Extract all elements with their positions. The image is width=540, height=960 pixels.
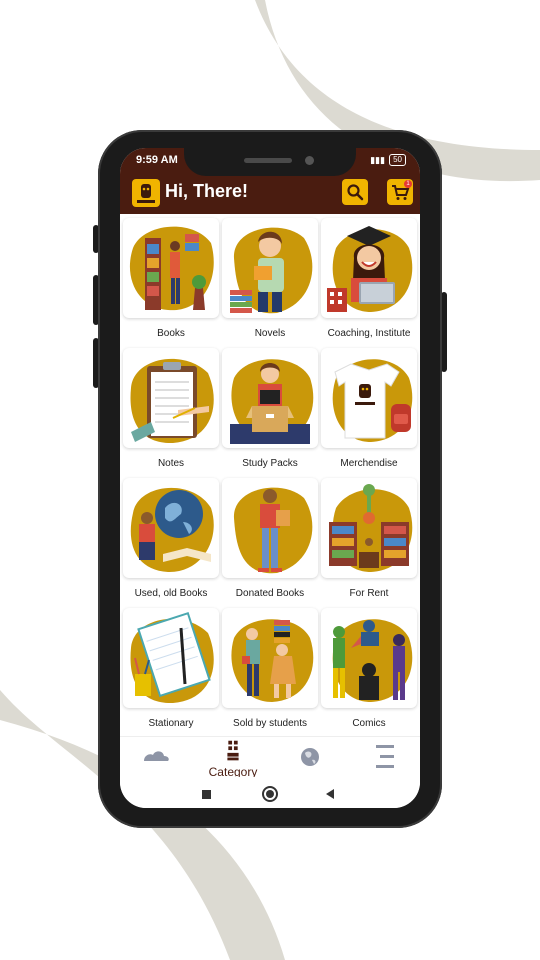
- category-icon: [227, 740, 239, 761]
- category-label: Comics: [352, 718, 386, 729]
- category-label: Donated Books: [235, 588, 305, 599]
- category-books[interactable]: Books: [123, 218, 219, 342]
- category-label: Coaching, Institute: [327, 328, 411, 339]
- category-novels[interactable]: Novels: [222, 218, 318, 342]
- category-label: Used, old Books: [134, 588, 208, 599]
- coaching-illustration: [327, 226, 413, 312]
- category-label: For Rent: [349, 588, 389, 599]
- category-coaching-institute[interactable]: Coaching, Institute: [321, 218, 417, 342]
- nav-category[interactable]: Category: [203, 737, 263, 779]
- category-sold-by-students[interactable]: Sold by students: [222, 608, 318, 732]
- front-camera: [305, 156, 314, 165]
- status-time: 9:59 AM: [136, 154, 178, 166]
- comics-illustration: [332, 619, 413, 702]
- system-navigation-bar: [120, 777, 420, 808]
- logo[interactable]: [132, 179, 160, 207]
- bottom-navigation: Category: [120, 736, 420, 779]
- signal-icon: ▮▮▮: [370, 154, 386, 165]
- battery-icon: 50: [389, 154, 406, 166]
- category-label: Sold by students: [233, 718, 307, 729]
- category-grid: Books Novels Coaching, Institute Notes S…: [120, 216, 420, 736]
- novels-illustration: [230, 227, 313, 314]
- donated-books-illustration: [233, 487, 313, 574]
- nav-explore[interactable]: [285, 737, 335, 777]
- category-for-rent[interactable]: For Rent: [321, 478, 417, 602]
- category-donated-books[interactable]: Donated Books: [222, 478, 318, 602]
- category-label: Novels: [254, 328, 286, 339]
- category-used-old-books[interactable]: Used, old Books: [123, 478, 219, 602]
- search-icon: [347, 184, 364, 201]
- category-study-packs[interactable]: Study Packs: [222, 348, 318, 472]
- nav-home[interactable]: [130, 737, 180, 777]
- category-notes[interactable]: Notes: [123, 348, 219, 472]
- category-label: Merchendise: [340, 458, 398, 469]
- app-header: Hi, There! 1: [120, 172, 420, 214]
- cloud-icon: [144, 751, 169, 761]
- cart-count-badge: 1: [404, 180, 412, 188]
- phone-speaker: [244, 158, 292, 163]
- sold-by-students-illustration: [231, 619, 314, 702]
- search-button[interactable]: [342, 179, 368, 205]
- used-books-illustration: [130, 487, 214, 573]
- globe-icon: [301, 748, 319, 766]
- category-label: Notes: [157, 458, 185, 469]
- notes-illustration: [130, 358, 214, 444]
- page-title: Hi, There!: [165, 181, 249, 201]
- app-screen: 9:59 AM ▮▮▮ 50 Hi, There! 1 Books Novels…: [120, 148, 420, 808]
- study-packs-illustration: [230, 359, 314, 444]
- merchendise-illustration: [332, 359, 413, 442]
- category-label: Study Packs: [242, 458, 298, 469]
- category-comics[interactable]: Comics: [321, 608, 417, 732]
- category-label: Stationary: [148, 718, 194, 729]
- back-button: [326, 789, 334, 799]
- books-illustration: [129, 226, 214, 311]
- category-label: Books: [157, 328, 185, 339]
- recents-button: [202, 790, 211, 799]
- menu-icon: [376, 745, 394, 768]
- category-stationary[interactable]: Stationary: [123, 608, 219, 732]
- cart-button[interactable]: 1: [387, 179, 413, 205]
- category-merchendise[interactable]: Merchendise: [321, 348, 417, 472]
- for-rent-illustration: [329, 484, 413, 572]
- nav-menu[interactable]: [360, 737, 410, 777]
- stationary-illustration: [130, 611, 214, 704]
